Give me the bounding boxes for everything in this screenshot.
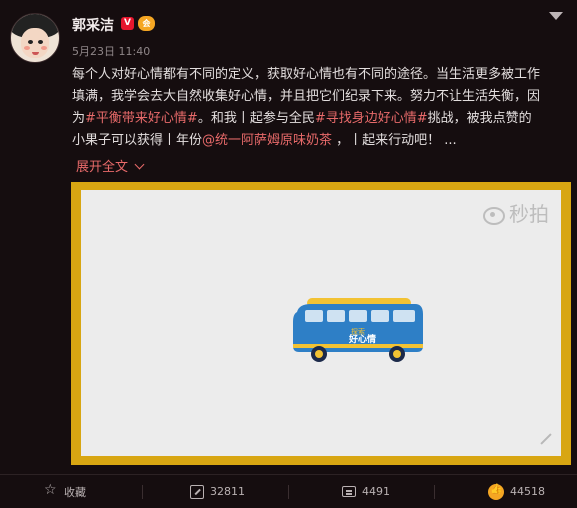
action-bar: 收藏 32811 4491 44518 [0,474,577,508]
comment-count: 4491 [362,485,390,498]
more-options-icon[interactable] [549,12,563,22]
like-count: 44518 [510,485,545,498]
like-thumb-icon [488,483,504,500]
favorite-button[interactable]: 收藏 [44,475,86,508]
favorite-label: 收藏 [64,485,86,499]
avatar[interactable] [10,13,60,63]
username[interactable]: 郭采洁 [72,15,114,35]
comment-icon [342,486,356,497]
post-text: 每个人对好心情都有不同的定义，获取好心情也有不同的途径。当生活更多被工作填满，我… [72,64,542,152]
comment-button[interactable]: 4491 [342,475,390,508]
vip-badge-icon: 会 [138,16,155,31]
like-button[interactable]: 44518 [488,475,545,508]
expand-label[interactable]: 展开全文 [76,160,128,175]
post-timestamp[interactable]: 5月23日 11:40 [72,43,150,59]
repost-button[interactable]: 32811 [190,475,245,508]
expand-full-text-link[interactable]: 展开全文 [76,156,145,175]
video-watermark: 秒拍 [483,198,549,227]
bus-illustration: 探索 好心情 [293,298,423,362]
hashtag-link[interactable]: #寻找身边好心情# [315,111,428,126]
post-text-part: 。和我丨起参与全民 [197,111,315,126]
bus-text: 好心情 [348,333,376,345]
video-canvas[interactable]: 秒拍 探索 好心情 [81,190,561,456]
verified-badge-icon: V [121,17,134,30]
hashtag-link[interactable]: #平衡带来好心情# [85,111,198,126]
watermark-text: 秒拍 [509,202,549,226]
miaopai-logo-icon [483,206,505,225]
video-player[interactable]: 秒拍 探索 好心情 [71,182,571,465]
post-text-part: ，丨起来行动吧！ ... [332,133,457,148]
fullscreen-icon[interactable] [537,432,551,446]
repost-icon [190,484,204,499]
chevron-down-icon [134,159,145,170]
star-icon [44,482,58,499]
mention-link[interactable]: @统一阿萨姆原味奶茶 [202,133,332,148]
repost-count: 32811 [210,485,245,498]
